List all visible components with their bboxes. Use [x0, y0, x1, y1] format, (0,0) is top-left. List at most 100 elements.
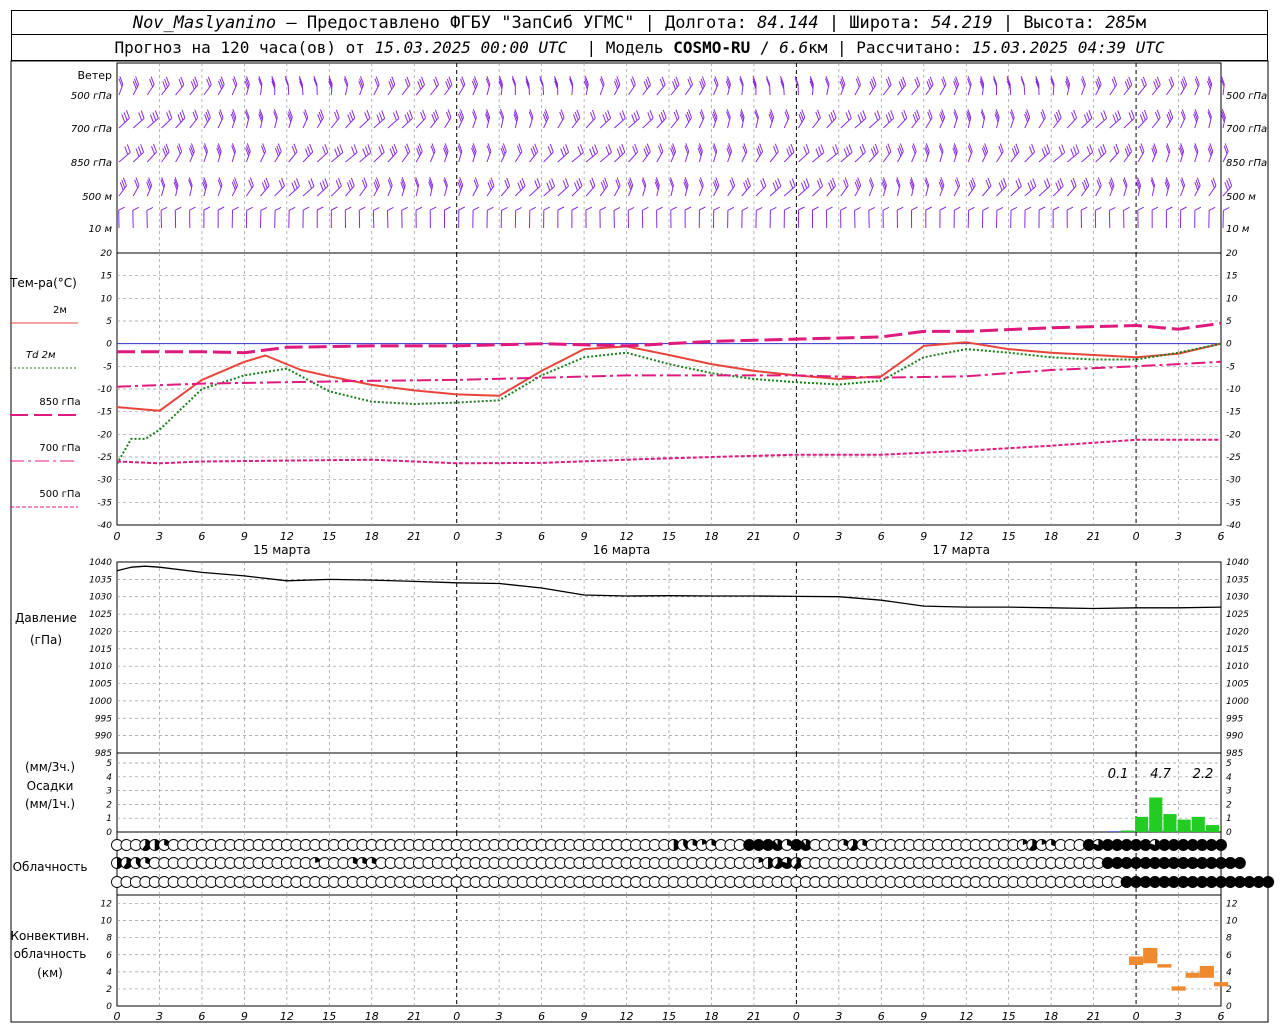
wind-barb [711, 109, 718, 129]
wind-barb [979, 76, 985, 96]
conv-ytick-right: 0 [1226, 1002, 1232, 1012]
wind-barb [1081, 144, 1094, 163]
hour-label-bottom: 12 [959, 1010, 973, 1023]
conv-ytick-left: 8 [106, 934, 112, 944]
wind-barb [428, 177, 434, 197]
wind-barb [1081, 110, 1093, 129]
wind-barb [1109, 110, 1122, 129]
wind-barb [160, 177, 166, 197]
hour-label-temp: 3 [156, 530, 163, 543]
wind-barb [670, 206, 678, 229]
wind-barb [118, 76, 124, 96]
cloud-axis-label: Облачность [13, 860, 88, 874]
pressure-ytick-left: 1030 [89, 593, 112, 603]
temp-ytick-right: 0 [1226, 340, 1232, 350]
wind-barb [430, 109, 439, 129]
wind-barb [203, 76, 212, 96]
wind-barb [401, 143, 411, 163]
wind-barb [994, 109, 1000, 129]
wind-barb [1095, 177, 1102, 197]
wind-barb [939, 206, 947, 229]
wind-barb [1024, 109, 1031, 129]
wind-barb [372, 206, 380, 229]
hour-label-bottom: 12 [620, 1010, 634, 1023]
hour-label-temp: 18 [1044, 530, 1058, 543]
wind-barb [415, 76, 425, 96]
wind-barb [258, 109, 264, 129]
wind-barb [1109, 143, 1120, 163]
wind-barb [173, 177, 179, 197]
wind-level-label-left: 500 м [82, 192, 112, 203]
wind-barb [1165, 206, 1173, 228]
wind-barb [1208, 177, 1217, 197]
precip-ytick-left: 4 [106, 773, 112, 783]
wind-barb [328, 76, 333, 96]
wind-barb [768, 109, 775, 129]
wind-barb [387, 143, 398, 163]
wind-barb [727, 206, 735, 229]
wind-barb [387, 76, 396, 96]
wind-barb [628, 143, 639, 163]
precip-total-label: 0.1 [1108, 767, 1129, 782]
wind-barb [783, 143, 795, 163]
wind-barb [284, 76, 290, 96]
wind-barb [656, 76, 666, 96]
wind-barb [415, 143, 423, 163]
wind-barb [401, 76, 411, 96]
convective-bar [1199, 965, 1214, 978]
hour-label-temp: 21 [747, 530, 761, 543]
wind-barb [996, 177, 1007, 197]
wind-barb [260, 177, 270, 197]
wind-barb [132, 144, 145, 163]
wind-barb [656, 206, 663, 229]
wind-barb [809, 76, 814, 96]
wind-barb [1052, 109, 1062, 129]
wind-barb [529, 206, 537, 229]
temp-ytick-left: -30 [97, 476, 112, 486]
wind-barb [993, 76, 998, 96]
wind-barb [882, 76, 892, 96]
conv-ytick-left: 6 [106, 951, 112, 961]
wind-barb [1052, 144, 1066, 163]
wind-barb [826, 144, 839, 163]
wind-barb [457, 143, 463, 163]
wind-barb [302, 143, 314, 163]
wind-barb [1180, 109, 1186, 129]
wind-barb [953, 177, 961, 197]
wind-barb [897, 143, 904, 163]
wind-barb [571, 109, 581, 129]
wind-barb [627, 206, 635, 229]
temp-legend-label-t700: 700 гПа [39, 443, 80, 454]
temp-ytick-left: -15 [97, 408, 112, 418]
wind-barb [274, 206, 282, 229]
hour-label-bottom: 15 [322, 1010, 336, 1023]
hour-label-bottom: 21 [1087, 1010, 1101, 1023]
wind-barb [911, 206, 918, 229]
wind-barb [868, 143, 879, 163]
wind-barb [613, 76, 621, 96]
hour-label-temp: 12 [280, 530, 294, 543]
wind-barb [430, 76, 439, 96]
wind-barb [486, 143, 492, 163]
wind-barb [216, 143, 222, 163]
hour-label-bottom: 3 [496, 1010, 503, 1023]
wind-barb [939, 109, 946, 129]
wind-barb [1122, 177, 1128, 197]
wind-barb [146, 177, 153, 197]
wind-barb [1108, 177, 1115, 197]
wind-barb [713, 206, 720, 229]
wind-barb [1123, 110, 1135, 129]
wind-barb [1137, 143, 1145, 163]
wind-level-label-right: 850 гПа [1226, 158, 1267, 169]
wind-level-label-left: 700 гПа [71, 124, 112, 135]
hour-label-temp: 0 [114, 530, 121, 543]
wind-barb [345, 177, 355, 197]
wind-barb [330, 206, 338, 228]
wind-barbs-group [118, 76, 1233, 229]
wind-barb [1095, 76, 1102, 96]
convective-bar [1157, 964, 1172, 968]
pressure-ytick-left: 1005 [89, 680, 112, 690]
wind-barb [457, 177, 464, 197]
temp-ytick-left: -20 [97, 430, 112, 440]
wind-barb [1135, 177, 1141, 197]
